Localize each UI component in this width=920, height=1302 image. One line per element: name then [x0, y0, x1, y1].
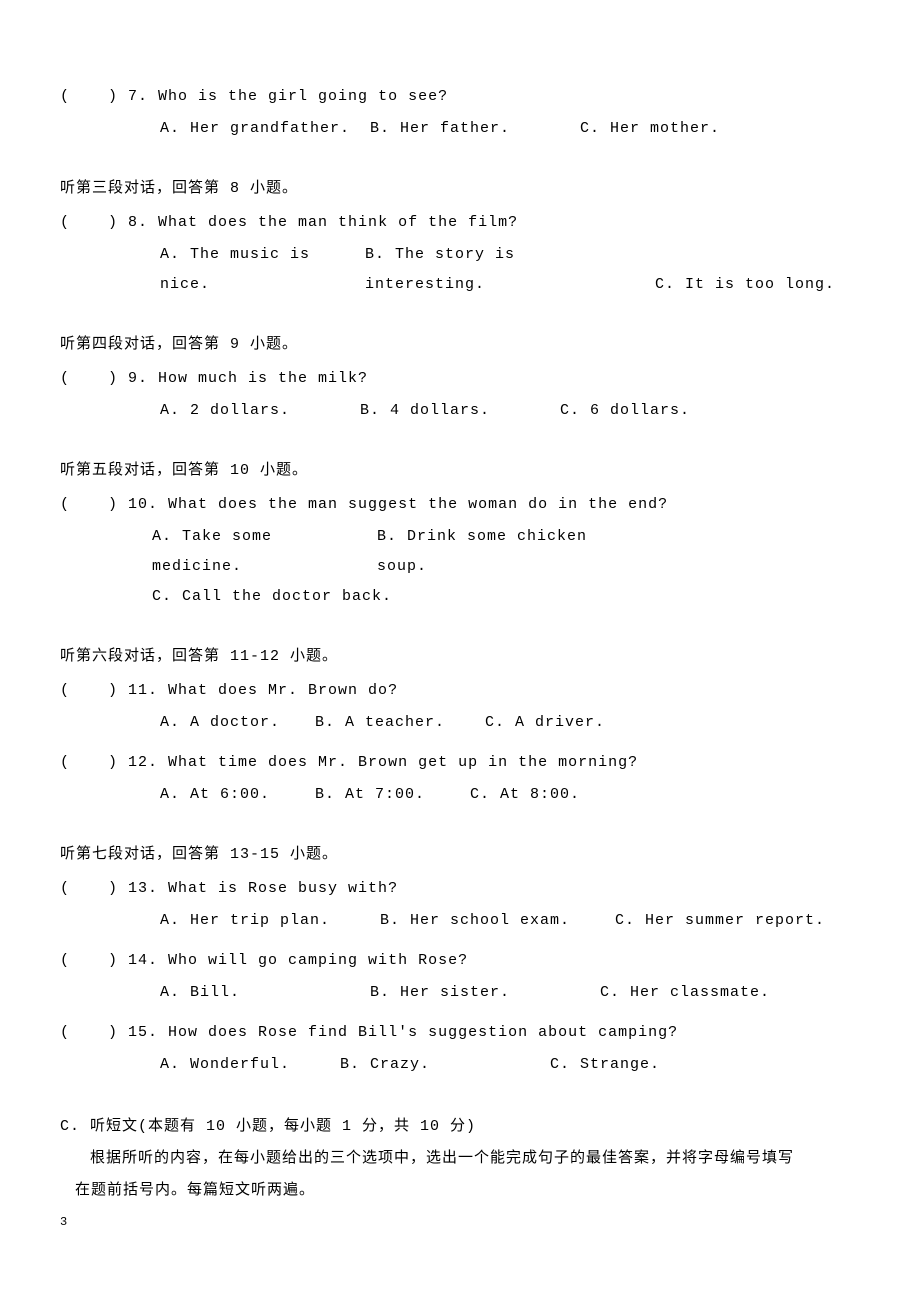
question-text: Who is the girl going to see? — [158, 88, 448, 105]
paren-open: ( — [60, 880, 70, 897]
paren-close-num: ) 10. — [108, 496, 168, 513]
paren-open: ( — [60, 682, 70, 699]
option-b[interactable]: B. Her sister. — [370, 978, 590, 1008]
option-a[interactable]: A. Her trip plan. — [160, 906, 370, 936]
question-text: What is Rose busy with? — [168, 880, 398, 897]
question-8[interactable]: ( ) 8. What does the man think of the fil… — [60, 208, 860, 238]
option-c[interactable]: C. It is too long. — [655, 270, 835, 300]
option-a[interactable]: A. Her grandfather. — [160, 114, 360, 144]
question-9-options: A. 2 dollars. B. 4 dollars. C. 6 dollars… — [60, 396, 860, 426]
question-text: What does Mr. Brown do? — [168, 682, 398, 699]
option-c[interactable]: C. Call the doctor back. — [152, 582, 392, 612]
option-c[interactable]: C. Her mother. — [580, 114, 720, 144]
option-a[interactable]: A. Take some medicine. — [152, 522, 367, 582]
paren-close-num: ) 15. — [108, 1024, 168, 1041]
question-text: How does Rose find Bill's suggestion abo… — [168, 1024, 678, 1041]
page-number: 3 — [60, 1210, 860, 1234]
paren-open: ( — [60, 754, 70, 771]
paren-open: ( — [60, 1024, 70, 1041]
paren-open: ( — [60, 370, 70, 387]
question-text: What does the man think of the film? — [158, 214, 518, 231]
question-text: Who will go camping with Rose? — [168, 952, 468, 969]
option-c[interactable]: C. A driver. — [485, 708, 605, 738]
option-b[interactable]: B. Her school exam. — [380, 906, 605, 936]
option-c[interactable]: C. At 8:00. — [470, 780, 580, 810]
paren-open: ( — [60, 88, 70, 105]
paren-open: ( — [60, 496, 70, 513]
question-12[interactable]: ( ) 12. What time does Mr. Brown get up i… — [60, 748, 860, 778]
question-13[interactable]: ( ) 13. What is Rose busy with? — [60, 874, 860, 904]
section-7-header: 听第七段对话，回答第 13-15 小题。 — [60, 840, 860, 870]
question-text: How much is the milk? — [158, 370, 368, 387]
option-b[interactable]: B. A teacher. — [315, 708, 475, 738]
question-15[interactable]: ( ) 15. How does Rose find Bill's suggest… — [60, 1018, 860, 1048]
option-c[interactable]: C. Her summer report. — [615, 906, 825, 936]
question-11-options: A. A doctor. B. A teacher. C. A driver. — [60, 708, 860, 738]
option-b[interactable]: B. At 7:00. — [315, 780, 460, 810]
option-c[interactable]: C. Her classmate. — [600, 978, 770, 1008]
question-11[interactable]: ( ) 11. What does Mr. Brown do? — [60, 676, 860, 706]
question-9[interactable]: ( ) 9. How much is the milk? — [60, 364, 860, 394]
option-a[interactable]: A. A doctor. — [160, 708, 305, 738]
option-a[interactable]: A. Wonderful. — [160, 1050, 330, 1080]
question-text: What time does Mr. Brown get up in the m… — [168, 754, 638, 771]
section-c-instruction-line2: 在题前括号内。每篇短文听两遍。 — [60, 1176, 860, 1206]
paren-close-num: ) 11. — [108, 682, 168, 699]
option-c[interactable]: C. 6 dollars. — [560, 396, 690, 426]
question-7[interactable]: ( ) 7. Who is the girl going to see? — [60, 82, 860, 112]
question-8-options: A. The music is nice. B. The story is in… — [60, 240, 860, 300]
paren-close-num: ) 7. — [108, 88, 158, 105]
section-c-instruction-line1: 根据所听的内容，在每小题给出的三个选项中，选出一个能完成句子的最佳答案，并将字母… — [60, 1144, 860, 1174]
paren-close-num: ) 14. — [108, 952, 168, 969]
option-b[interactable]: B. Crazy. — [340, 1050, 540, 1080]
question-13-options: A. Her trip plan. B. Her school exam. C.… — [60, 906, 860, 936]
option-b[interactable]: B. Drink some chicken soup. — [377, 522, 632, 582]
section-4-header: 听第四段对话，回答第 9 小题。 — [60, 330, 860, 360]
paren-close-num: ) 13. — [108, 880, 168, 897]
option-c[interactable]: C. Strange. — [550, 1050, 660, 1080]
option-b[interactable]: B. 4 dollars. — [360, 396, 550, 426]
section-5-header: 听第五段对话，回答第 10 小题。 — [60, 456, 860, 486]
paren-close-num: ) 9. — [108, 370, 158, 387]
option-a[interactable]: A. At 6:00. — [160, 780, 305, 810]
section-3-header: 听第三段对话，回答第 8 小题。 — [60, 174, 860, 204]
paren-close-num: ) 12. — [108, 754, 168, 771]
question-10[interactable]: ( ) 10. What does the man suggest the wom… — [60, 490, 860, 520]
section-c-title: C. 听短文(本题有 10 小题，每小题 1 分，共 10 分) — [60, 1112, 860, 1142]
option-b[interactable]: B. Her father. — [370, 114, 570, 144]
question-14-options: A. Bill. B. Her sister. C. Her classmate… — [60, 978, 860, 1008]
paren-close-num: ) 8. — [108, 214, 158, 231]
question-text: What does the man suggest the woman do i… — [168, 496, 668, 513]
option-a[interactable]: A. Bill. — [160, 978, 360, 1008]
question-14[interactable]: ( ) 14. Who will go camping with Rose? — [60, 946, 860, 976]
option-a[interactable]: A. 2 dollars. — [160, 396, 350, 426]
section-6-header: 听第六段对话，回答第 11-12 小题。 — [60, 642, 860, 672]
option-b[interactable]: B. The story is interesting. — [365, 240, 645, 300]
paren-open: ( — [60, 952, 70, 969]
question-7-options: A. Her grandfather. B. Her father. C. He… — [60, 114, 860, 144]
question-15-options: A. Wonderful. B. Crazy. C. Strange. — [60, 1050, 860, 1080]
question-10-options: A. Take some medicine. B. Drink some chi… — [60, 522, 860, 612]
option-a[interactable]: A. The music is nice. — [160, 240, 355, 300]
paren-open: ( — [60, 214, 70, 231]
question-12-options: A. At 6:00. B. At 7:00. C. At 8:00. — [60, 780, 860, 810]
